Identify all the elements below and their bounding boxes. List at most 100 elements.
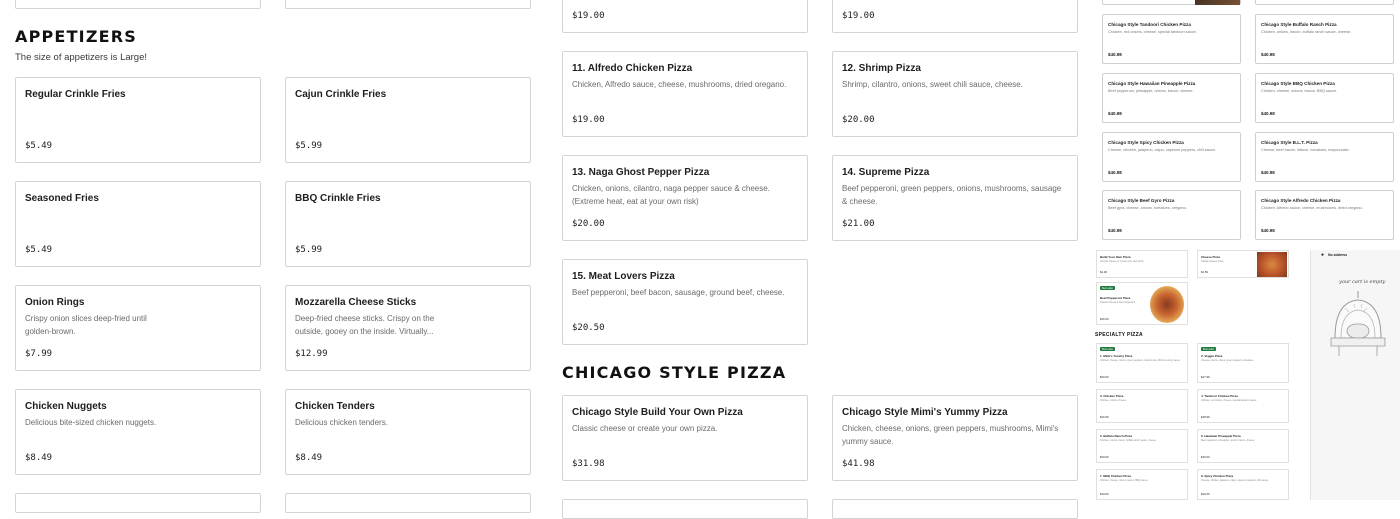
preview-card[interactable]: Chicago Style Spicy Chicken Pizza Cheese…	[1102, 132, 1241, 182]
menu-item-card-partial[interactable]	[562, 499, 808, 519]
item-description: Delicious bite-sized chicken nuggets.	[25, 418, 157, 427]
item-name: 13. Naga Ghost Pepper Pizza	[572, 167, 710, 178]
menu-item-card[interactable]: $19.00	[832, 0, 1078, 33]
thumb-item-price: $16.00	[1100, 317, 1109, 321]
preview-item-price: $40.98	[1261, 52, 1275, 57]
thumb-item-price: $20.00	[1100, 375, 1109, 379]
menu-item-card[interactable]: Cajun Crinkle Fries $5.99	[285, 77, 531, 163]
thumb-card[interactable]: Best seller Beef Pepperoni Pizza Classic…	[1096, 282, 1188, 325]
thumb-card[interactable]: 4. Tandoori Chicken Pizza Chicken, red o…	[1197, 389, 1289, 423]
thumb-card[interactable]: Best seller 1. Mimi's Yummy Pizza Chicke…	[1096, 343, 1188, 383]
preview-card[interactable]: Chicago Style Tandoori Chicken Pizza Chi…	[1102, 14, 1241, 64]
item-name: BBQ Crinkle Fries	[295, 193, 381, 204]
item-price: $8.49	[25, 453, 53, 463]
preview-item-description: Chicken, Alfredo sauce, cheese, mushroom…	[1261, 206, 1363, 210]
preview-item-description: Beef gyro, cheese, onions, tomatoes, ore…	[1108, 206, 1187, 210]
menu-item-card[interactable]: BBQ Crinkle Fries $5.99	[285, 181, 531, 267]
thumb-item-description: Classic cheese & beef pepperoni.	[1100, 301, 1136, 304]
thumb-item-price: $19.00	[1201, 455, 1210, 459]
item-price: $19.00	[842, 11, 875, 21]
preview-item-name: Chicago Style Beef Gyro Pizza	[1108, 198, 1175, 203]
menu-item-card[interactable]: Onion Rings Crispy onion slices deep-fri…	[15, 285, 261, 371]
preview-item-name: Chicago Style Tandoori Chicken Pizza	[1108, 22, 1191, 27]
preview-item-price: $40.98	[1261, 170, 1275, 175]
item-name: 11. Alfredo Chicken Pizza	[572, 63, 693, 74]
menu-item-card[interactable]: 12. Shrimp Pizza Shrimp, cilantro, onion…	[832, 51, 1078, 137]
pizza-image	[1150, 286, 1184, 323]
preview-card[interactable]: Chicago Style Buffalo Ranch Pizza Chicke…	[1255, 14, 1394, 64]
item-price: $31.98	[572, 459, 605, 469]
menu-item-card[interactable]: Chicago Style Build Your Own Pizza Class…	[562, 395, 808, 481]
thumb-item-price: $19.00	[1100, 455, 1109, 459]
item-price: $8.49	[295, 453, 323, 463]
menu-item-card[interactable]: 13. Naga Ghost Pepper Pizza Chicken, oni…	[562, 155, 808, 241]
preview-card[interactable]: Chicago Style Alfredo Chicken Pizza Chic…	[1255, 190, 1394, 240]
preview-card[interactable]: Chicago Style B.L.T. Pizza Cheese, beef …	[1255, 132, 1394, 182]
thumb-item-description: Chicken, onions, bacon, buffalo ranch sa…	[1100, 439, 1157, 442]
thumb-card[interactable]: 6. Hawaiian Pineapple Pizza Beef peppero…	[1197, 429, 1289, 463]
menu-item-card-partial[interactable]	[15, 0, 261, 9]
item-price: $19.00	[572, 11, 605, 21]
thumb-card[interactable]: 7. BBQ Chicken Pizza Chicken, cheese, on…	[1096, 469, 1188, 500]
preview-item-description: Beef pepperoni, pineapple, onions, bacon…	[1108, 89, 1194, 93]
item-description: Chicken, onions, cilantro, naga pepper s…	[572, 184, 770, 206]
thumb-item-description: Cheese, chicken, jalapeno, cajun, cayenn…	[1201, 479, 1269, 482]
preview-card[interactable]: Chicago Style Beef Gyro Pizza Beef gyro,…	[1102, 190, 1241, 240]
menu-item-card[interactable]: 15. Meat Lovers Pizza Beef pepperoni, be…	[562, 259, 808, 345]
item-price: $20.50	[572, 323, 605, 333]
preview-item-price: $40.98	[1261, 111, 1275, 116]
thumb-card[interactable]: 8. Spicy Chicken Pizza Cheese, chicken, …	[1197, 469, 1289, 500]
thumb-card[interactable]: 5. Buffalo Ranch Pizza Chicken, onions, …	[1096, 429, 1188, 463]
menu-item-card[interactable]: Chicken Tenders Delicious chicken tender…	[285, 389, 531, 475]
thumb-card[interactable]: 3. Chicken Pizza Chicken, onions, cheese…	[1096, 389, 1188, 423]
item-description: Classic cheese or create your own pizza.	[572, 424, 718, 433]
item-name: Onion Rings	[25, 297, 85, 308]
item-name: Chicago Style Mimi's Yummy Pizza	[842, 407, 1008, 418]
thumb-card[interactable]: Cheese Pizza Classic cheese pizza. $1.50	[1197, 250, 1289, 278]
thumb-item-name: 4. Tandoori Chicken Pizza	[1201, 394, 1238, 398]
thumb-item-description: Classic cheese pizza.	[1201, 260, 1224, 263]
menu-item-card[interactable]: Chicago Style Mimi's Yummy Pizza Chicken…	[832, 395, 1078, 481]
thumb-item-name: 3. Chicken Pizza	[1100, 394, 1124, 398]
menu-item-card[interactable]: 14. Supreme Pizza Beef pepperoni, green …	[832, 155, 1078, 241]
item-description: Deep-fried cheese sticks. Crispy on the …	[295, 314, 435, 336]
preview-card-partial[interactable]	[1102, 0, 1241, 5]
item-price: $19.00	[572, 115, 605, 125]
menu-item-card[interactable]: Regular Crinkle Fries $5.49	[15, 77, 261, 163]
menu-item-card-partial[interactable]	[15, 493, 261, 513]
preview-card-partial[interactable]	[1255, 0, 1394, 5]
menu-item-card[interactable]: $19.00	[562, 0, 808, 33]
item-name: Cajun Crinkle Fries	[295, 89, 387, 100]
thumb-card[interactable]: Build Your Own Pizza Choose cheese or cr…	[1096, 250, 1188, 278]
menu-item-card[interactable]: 11. Alfredo Chicken Pizza Chicken, Alfre…	[562, 51, 808, 137]
thumb-card[interactable]: Best seller 2. Veggie Pizza Cheese, onio…	[1197, 343, 1289, 383]
pizza-image	[1195, 0, 1240, 5]
preview-item-name: Chicago Style Buffalo Ranch Pizza	[1261, 22, 1337, 27]
thumb-item-name: Build Your Own Pizza	[1100, 255, 1131, 259]
menu-item-card[interactable]: Mozzarella Cheese Sticks Deep-fried chee…	[285, 285, 531, 371]
item-description: Delicious chicken tenders.	[295, 418, 388, 427]
menu-item-card-partial[interactable]	[832, 499, 1078, 519]
thumb-item-description: Choose cheese or create your own pizza.	[1100, 260, 1144, 263]
thumb-item-price: $19.00	[1201, 492, 1210, 496]
item-name: Chicken Nuggets	[25, 401, 107, 412]
item-price: $5.49	[25, 141, 53, 151]
thumb-item-name: 2. Veggie Pizza	[1201, 354, 1223, 358]
best-seller-badge: Best seller	[1100, 286, 1116, 290]
item-price: $5.99	[295, 245, 323, 255]
item-name: 12. Shrimp Pizza	[842, 63, 921, 74]
menu-item-card[interactable]: Chicken Nuggets Delicious bite-sized chi…	[15, 389, 261, 475]
preview-card[interactable]: Chicago Style BBQ Chicken Pizza Chicken,…	[1255, 73, 1394, 123]
menu-item-card[interactable]: Seasoned Fries $5.49	[15, 181, 261, 267]
item-price: $20.00	[572, 219, 605, 229]
item-price: $41.98	[842, 459, 875, 469]
menu-item-card-partial[interactable]	[285, 493, 531, 513]
menu-item-card-partial[interactable]	[285, 0, 531, 9]
section-title-appetizers: APPETIZERS	[15, 27, 138, 46]
preview-item-name: Chicago Style Hawaiian Pineapple Pizza	[1108, 81, 1196, 86]
preview-card[interactable]: Chicago Style Hawaiian Pineapple Pizza B…	[1102, 73, 1241, 123]
item-name: 15. Meat Lovers Pizza	[572, 271, 675, 282]
preview-item-description: Cheese, chicken, jalapeno, cajun, cayenn…	[1108, 148, 1216, 152]
thumb-item-description: Beef pepperoni, pineapple, onions, bacon…	[1201, 439, 1255, 442]
thumb-item-name: 8. Spicy Chicken Pizza	[1201, 474, 1234, 478]
